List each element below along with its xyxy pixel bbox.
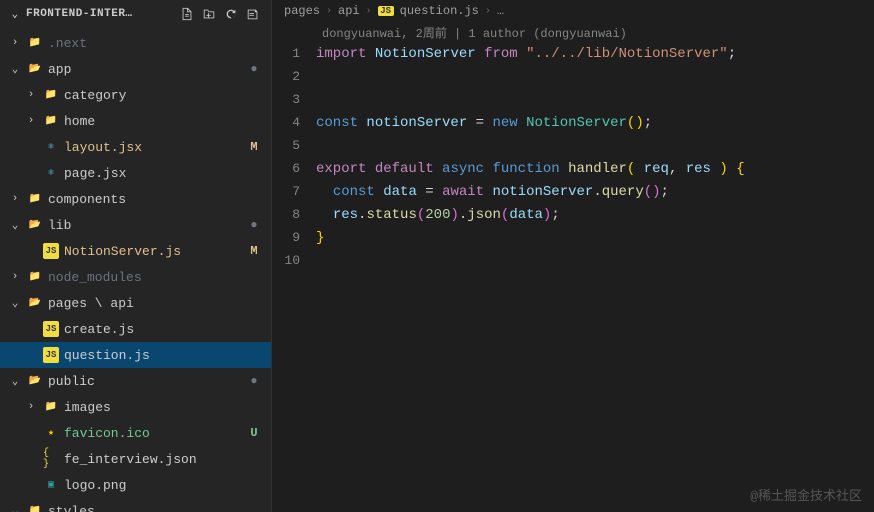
image-icon: ▣ [43,477,59,493]
line-number: 10 [272,253,316,268]
breadcrumb-pages[interactable]: pages [284,4,320,18]
file-notionserver[interactable]: JS NotionServer.js M [0,238,271,264]
chevron-right-icon: › [24,115,38,127]
project-header: ⌄ FRONTEND-INTER… [0,0,271,28]
code-line: 3 [272,88,874,111]
new-file-icon[interactable] [177,4,197,24]
js-icon: JS [378,6,394,16]
chevron-right-icon: › [24,401,38,413]
line-number: 8 [272,207,316,222]
code-line: 9 } [272,226,874,249]
folder-home[interactable]: › 📁 home [0,108,271,134]
folder-pages-api[interactable]: ⌄ 📂 pages \ api [0,290,271,316]
code-line: 2 [272,65,874,88]
breadcrumb[interactable]: pages › api › JS question.js › … [272,0,874,22]
chevron-right-icon: › [366,6,372,17]
folder-app[interactable]: ⌄ 📂 app ● [0,56,271,82]
folder-icon: 📁 [27,35,43,51]
js-icon: JS [43,321,59,337]
chevron-down-icon: ⌄ [8,62,22,76]
folder-public[interactable]: ⌄ 📂 public ● [0,368,271,394]
refresh-icon[interactable] [221,4,241,24]
modified-badge: M [247,244,261,258]
json-icon: { } [43,451,59,467]
star-icon: ★ [43,425,59,441]
modified-badge: M [247,140,261,154]
file-layout[interactable]: ⚛ layout.jsx M [0,134,271,160]
breadcrumb-file[interactable]: question.js [400,4,479,18]
code-line: 7 const data = await notionServer.query(… [272,180,874,203]
line-number: 9 [272,230,316,245]
line-number: 1 [272,46,316,61]
line-number: 4 [272,115,316,130]
folder-styles[interactable]: ⌄ 📁 styles [0,498,271,512]
folder-icon: 📁 [27,503,43,512]
file-logo[interactable]: ▣ logo.png [0,472,271,498]
modified-dot: ● [247,374,261,388]
project-title: FRONTEND-INTER… [26,8,133,20]
folder-icon: 📁 [27,269,43,285]
code-line: 8 res.status(200).json(data); [272,203,874,226]
breadcrumb-more[interactable]: … [497,4,504,18]
modified-dot: ● [247,218,261,232]
line-number: 3 [272,92,316,107]
folder-icon: 📁 [43,113,59,129]
folder-icon: 📁 [43,87,59,103]
git-blame-annotation: dongyuanwai, 2周前 | 1 author (dongyuanwai… [272,22,874,42]
folder-icon: 📂 [27,217,43,233]
file-tree: › 📁 .next ⌄ 📂 app ● › 📁 category › 📁 hom… [0,28,271,512]
folder-icon: 📁 [27,191,43,207]
chevron-down-icon: ⌄ [8,218,22,232]
watermark: @稀土掘金技术社区 [750,485,862,504]
code-line: 6 export default async function handler(… [272,157,874,180]
file-fe-interview[interactable]: { } fe_interview.json [0,446,271,472]
modified-dot: ● [247,62,261,76]
chevron-right-icon: › [8,193,22,205]
react-icon: ⚛ [43,139,59,155]
file-question[interactable]: JS question.js [0,342,271,368]
folder-icon: 📂 [27,373,43,389]
code-editor: pages › api › JS question.js › … dongyua… [272,0,874,512]
collapse-all-icon[interactable] [243,4,263,24]
code-line: 4 const notionServer = new NotionServer(… [272,111,874,134]
folder-category[interactable]: › 📁 category [0,82,271,108]
folder-next[interactable]: › 📁 .next [0,30,271,56]
code-line: 10 [272,249,874,272]
folder-components[interactable]: › 📁 components [0,186,271,212]
breadcrumb-api[interactable]: api [338,4,360,18]
chevron-down-icon: ⌄ [8,504,22,512]
file-page[interactable]: ⚛ page.jsx [0,160,271,186]
js-icon: JS [43,243,59,259]
file-favicon[interactable]: ★ favicon.ico U [0,420,271,446]
js-icon: JS [43,347,59,363]
code-line: 1 import NotionServer from "../../lib/No… [272,42,874,65]
untracked-badge: U [247,426,261,440]
code-area[interactable]: 1 import NotionServer from "../../lib/No… [272,42,874,272]
chevron-right-icon: › [8,271,22,283]
new-folder-icon[interactable] [199,4,219,24]
chevron-right-icon: › [485,6,491,17]
folder-lib[interactable]: ⌄ 📂 lib ● [0,212,271,238]
folder-images[interactable]: › 📁 images [0,394,271,420]
line-number: 6 [272,161,316,176]
react-icon: ⚛ [43,165,59,181]
code-line: 5 [272,134,874,157]
folder-node-modules[interactable]: › 📁 node_modules [0,264,271,290]
chevron-down-icon[interactable]: ⌄ [8,7,22,21]
chevron-down-icon: ⌄ [8,374,22,388]
file-explorer: ⌄ FRONTEND-INTER… › 📁 .next ⌄ 📂 app ● › … [0,0,272,512]
folder-icon: 📁 [43,399,59,415]
folder-icon: 📂 [27,61,43,77]
chevron-right-icon: › [8,37,22,49]
chevron-right-icon: › [24,89,38,101]
chevron-right-icon: › [326,6,332,17]
chevron-down-icon: ⌄ [8,296,22,310]
file-create[interactable]: JS create.js [0,316,271,342]
line-number: 2 [272,69,316,84]
line-number: 7 [272,184,316,199]
folder-icon: 📂 [27,295,43,311]
line-number: 5 [272,138,316,153]
